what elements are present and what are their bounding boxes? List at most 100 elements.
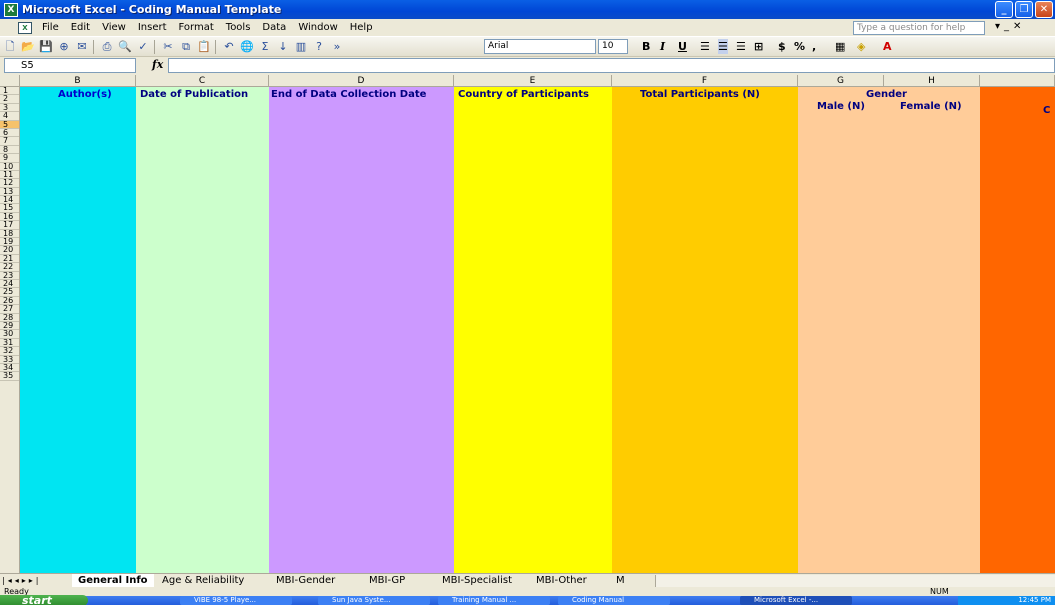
- row-header[interactable]: 26: [0, 297, 19, 306]
- worksheet-grid[interactable]: B C D E F G H Author(s) Date of Publicat…: [0, 75, 1055, 574]
- column-header-i[interactable]: [980, 75, 1055, 87]
- row-header[interactable]: 4: [0, 112, 19, 121]
- row-header[interactable]: 1: [0, 87, 19, 96]
- system-tray-clock[interactable]: 12:45 PM: [958, 596, 1055, 605]
- row-header[interactable]: 24: [0, 280, 19, 289]
- row-header[interactable]: 34: [0, 364, 19, 373]
- insert-function-icon[interactable]: fx: [152, 58, 163, 71]
- row-header[interactable]: 11: [0, 171, 19, 180]
- currency-icon[interactable]: $: [778, 39, 786, 54]
- task-vibe-player[interactable]: VIBE 98-5 Playe...: [180, 596, 292, 605]
- minimize-button[interactable]: _: [995, 1, 1013, 18]
- row-header[interactable]: 30: [0, 330, 19, 339]
- row-header[interactable]: 31: [0, 339, 19, 348]
- help-icon[interactable]: ?: [311, 39, 327, 55]
- close-button[interactable]: ✕: [1035, 1, 1053, 18]
- menu-format[interactable]: Format: [173, 22, 220, 33]
- row-header[interactable]: 16: [0, 213, 19, 222]
- column-f[interactable]: [612, 87, 798, 574]
- row-header[interactable]: 15: [0, 204, 19, 213]
- task-coding-manual[interactable]: Coding Manual: [558, 596, 670, 605]
- row-header[interactable]: 12: [0, 179, 19, 188]
- spelling-icon[interactable]: ✓: [135, 39, 151, 55]
- column-b[interactable]: [20, 87, 136, 574]
- row-header[interactable]: 3: [0, 104, 19, 113]
- align-left-icon[interactable]: ☰: [700, 39, 710, 54]
- row-header[interactable]: 20: [0, 246, 19, 255]
- paste-icon[interactable]: 📋: [196, 39, 212, 55]
- select-all-corner[interactable]: [0, 75, 20, 87]
- tab-mbi-other[interactable]: MBI-Other: [530, 574, 593, 587]
- autosum-icon[interactable]: Σ: [257, 39, 273, 55]
- tab-mbi-gender[interactable]: MBI-Gender: [270, 574, 341, 587]
- column-d[interactable]: [269, 87, 454, 574]
- row-header[interactable]: 8: [0, 146, 19, 155]
- font-color-icon[interactable]: A: [883, 39, 892, 54]
- row-header[interactable]: 25: [0, 288, 19, 297]
- row-header[interactable]: 14: [0, 196, 19, 205]
- name-box[interactable]: S5: [4, 58, 136, 73]
- column-header-b[interactable]: B: [20, 75, 136, 87]
- merge-center-icon[interactable]: ⊞: [754, 39, 763, 54]
- column-c[interactable]: [136, 87, 269, 574]
- row-header[interactable]: 29: [0, 322, 19, 331]
- tab-scroll-arrows[interactable]: |◂◂▸▸|: [2, 574, 41, 587]
- menu-tools[interactable]: Tools: [220, 22, 257, 33]
- row-header[interactable]: 2: [0, 95, 19, 104]
- row-header[interactable]: 35: [0, 372, 19, 381]
- column-header-g[interactable]: G: [798, 75, 884, 87]
- bold-button[interactable]: B: [642, 39, 650, 54]
- underline-button[interactable]: U: [678, 39, 687, 54]
- column-header-c[interactable]: C: [136, 75, 269, 87]
- menu-file[interactable]: File: [36, 22, 65, 33]
- row-header[interactable]: 28: [0, 314, 19, 322]
- row-header[interactable]: 19: [0, 238, 19, 247]
- excel-icon[interactable]: X: [4, 2, 18, 17]
- comma-icon[interactable]: ,: [812, 39, 816, 54]
- row-header[interactable]: 32: [0, 347, 19, 356]
- menu-edit[interactable]: Edit: [65, 22, 96, 33]
- column-e[interactable]: [454, 87, 612, 574]
- font-name-select[interactable]: Arial: [484, 39, 596, 54]
- document-window-controls[interactable]: ▾_✕: [995, 21, 1025, 32]
- undo-icon[interactable]: ↶: [221, 39, 237, 55]
- row-header[interactable]: 9: [0, 154, 19, 163]
- row-header[interactable]: 13: [0, 188, 19, 197]
- row-header[interactable]: 21: [0, 255, 19, 264]
- row-header[interactable]: 7: [0, 137, 19, 146]
- row-header[interactable]: 17: [0, 221, 19, 230]
- align-center-icon[interactable]: ☰: [718, 39, 728, 54]
- copy-icon[interactable]: ⧉: [178, 39, 194, 55]
- menu-view[interactable]: View: [96, 22, 132, 33]
- chart-wizard-icon[interactable]: ▥: [293, 39, 309, 55]
- email-icon[interactable]: ✉: [74, 39, 90, 55]
- tab-age-reliability[interactable]: Age & Reliability: [156, 574, 250, 587]
- column-header-h[interactable]: H: [884, 75, 980, 87]
- align-right-icon[interactable]: ☰: [736, 39, 746, 54]
- tab-more[interactable]: M: [610, 574, 631, 587]
- task-training-manual[interactable]: Training Manual ...: [438, 596, 550, 605]
- cut-icon[interactable]: ✂: [160, 39, 176, 55]
- row-header[interactable]: 6: [0, 129, 19, 138]
- row-header[interactable]: 18: [0, 230, 19, 239]
- row-header[interactable]: 10: [0, 163, 19, 171]
- horizontal-scrollbar[interactable]: [655, 575, 1055, 587]
- menu-data[interactable]: Data: [256, 22, 292, 33]
- open-icon[interactable]: 📂: [20, 39, 36, 55]
- row-header[interactable]: 22: [0, 263, 19, 272]
- row-header[interactable]: 27: [0, 305, 19, 314]
- hyperlink-icon[interactable]: 🌐: [239, 39, 255, 55]
- row-header[interactable]: 33: [0, 356, 19, 364]
- column-header-f[interactable]: F: [612, 75, 798, 87]
- menu-window[interactable]: Window: [292, 22, 343, 33]
- permission-icon[interactable]: ⊕: [56, 39, 72, 55]
- workbook-icon[interactable]: X: [18, 21, 32, 34]
- column-g-h[interactable]: [798, 87, 980, 574]
- new-icon[interactable]: 🗋: [2, 39, 18, 55]
- tab-mbi-specialist[interactable]: MBI-Specialist: [436, 574, 518, 587]
- column-header-e[interactable]: E: [454, 75, 612, 87]
- fill-color-icon[interactable]: ◈: [857, 39, 865, 54]
- row-header[interactable]: 5: [0, 120, 19, 129]
- toolbar-options-icon[interactable]: »: [329, 39, 345, 55]
- task-sun-java[interactable]: Sun Java Syste...: [318, 596, 430, 605]
